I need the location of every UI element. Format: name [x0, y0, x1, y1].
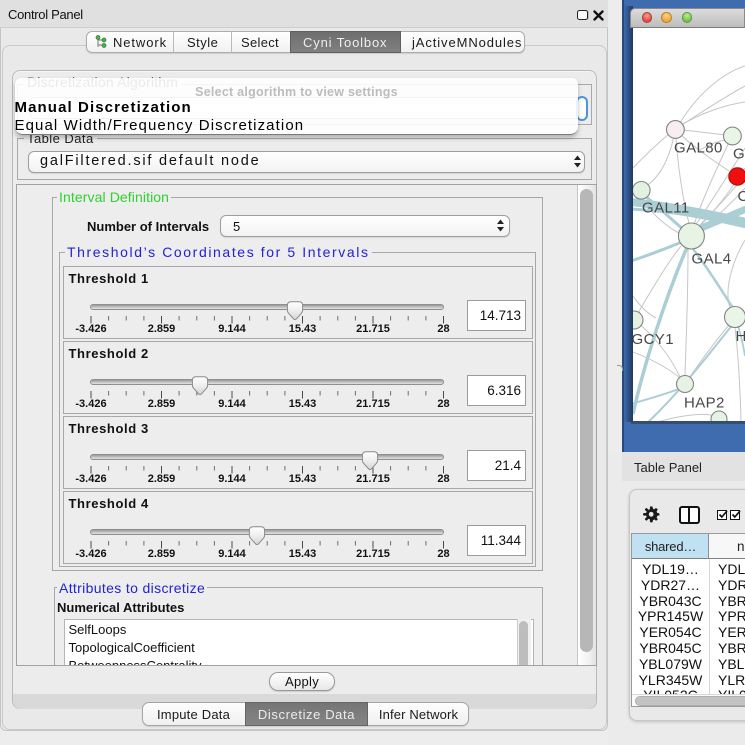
svg-text:GAL4: GAL4 — [692, 251, 732, 268]
svg-text:HI: HI — [736, 328, 745, 345]
svg-text:GAL80: GAL80 — [674, 140, 723, 157]
svg-text:GCY1: GCY1 — [633, 331, 674, 348]
svg-text:CD: CD — [738, 188, 745, 205]
svg-text:GAL11: GAL11 — [642, 200, 690, 217]
svg-text:GA: GA — [733, 146, 745, 163]
svg-text:HAP2: HAP2 — [684, 395, 725, 412]
